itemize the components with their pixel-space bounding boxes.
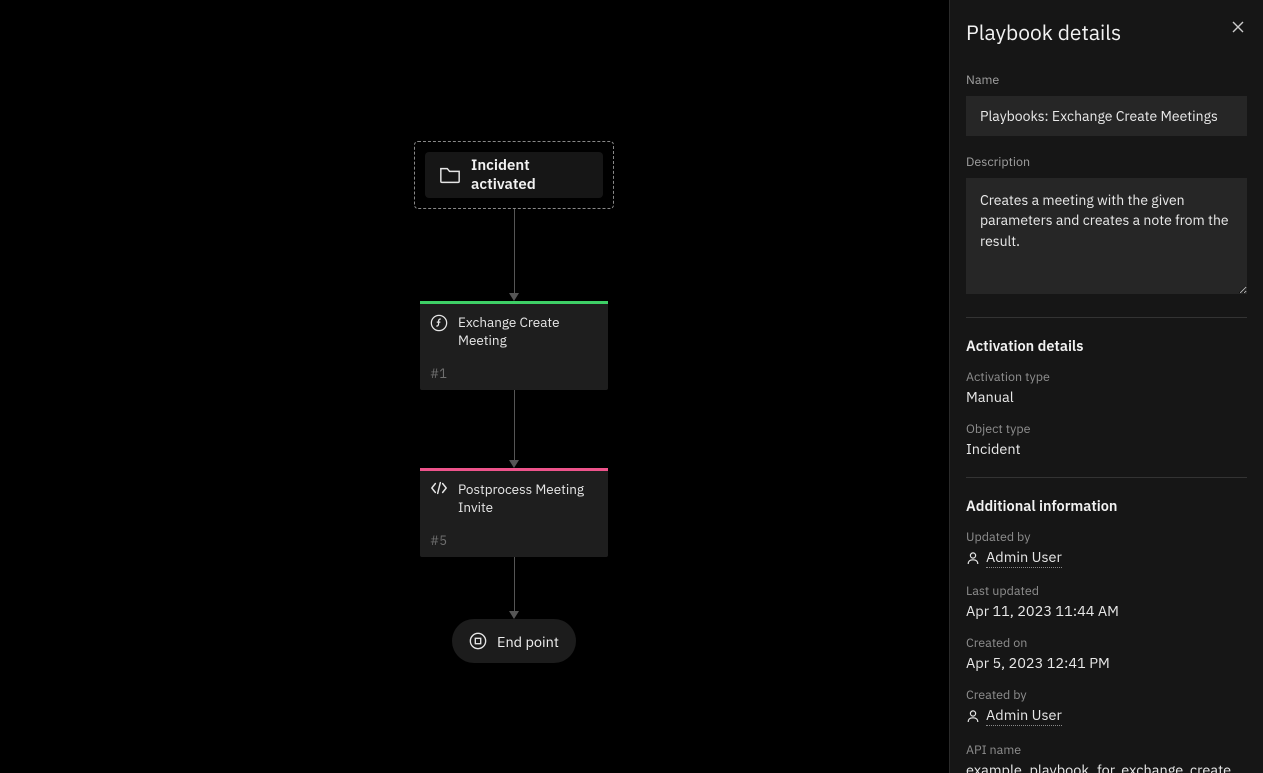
api-name-label: API name — [966, 742, 1247, 758]
start-node[interactable]: Incident activated — [414, 141, 614, 209]
flow-arrow — [414, 209, 614, 301]
last-updated-label: Last updated — [966, 583, 1247, 599]
last-updated-value: Apr 11, 2023 11:44 AM — [966, 602, 1247, 621]
close-button[interactable] — [1229, 18, 1247, 39]
updated-by-user-link[interactable]: Admin User — [986, 548, 1062, 568]
created-on-label: Created on — [966, 635, 1247, 651]
stop-icon — [469, 632, 487, 650]
playbook-canvas[interactable]: Incident activated Exchange Create Meeti… — [0, 0, 949, 773]
updated-by-label: Updated by — [966, 529, 1247, 545]
divider — [966, 477, 1247, 478]
node-index: #1 — [430, 365, 598, 382]
code-icon — [430, 481, 448, 495]
created-by-label: Created by — [966, 687, 1247, 703]
activation-type-label: Activation type — [966, 369, 1247, 385]
object-type-value: Incident — [966, 440, 1247, 459]
user-icon — [966, 709, 980, 723]
function-icon — [430, 314, 448, 332]
end-node[interactable]: End point — [452, 619, 576, 663]
api-name-value: example_playbook_for_exchange_create_mee… — [966, 761, 1247, 773]
description-textarea[interactable] — [966, 178, 1247, 294]
created-by-user-link[interactable]: Admin User — [986, 706, 1062, 726]
name-label: Name — [966, 72, 1247, 88]
function-node-exchange-create-meeting[interactable]: Exchange Create Meeting #1 — [420, 301, 608, 390]
name-input[interactable] — [966, 96, 1247, 136]
close-icon — [1231, 20, 1245, 34]
end-node-label: End point — [497, 632, 559, 651]
node-index: #5 — [430, 532, 598, 549]
activation-section-title: Activation details — [966, 336, 1247, 355]
description-label: Description — [966, 154, 1247, 170]
node-title: Postprocess Meeting Invite — [458, 481, 598, 516]
panel-title: Playbook details — [966, 18, 1121, 46]
created-on-value: Apr 5, 2023 12:41 PM — [966, 654, 1247, 673]
divider — [966, 317, 1247, 318]
node-title: Exchange Create Meeting — [458, 314, 598, 349]
folder-icon — [439, 165, 461, 185]
flow-arrow — [414, 390, 614, 468]
flow-arrow — [414, 557, 614, 619]
start-node-label: Incident activated — [471, 156, 589, 194]
user-icon — [966, 551, 980, 565]
details-panel: Playbook details Name Description Activa… — [949, 0, 1263, 773]
additional-section-title: Additional information — [966, 496, 1247, 515]
script-node-postprocess-meeting-invite[interactable]: Postprocess Meeting Invite #5 — [420, 468, 608, 557]
activation-type-value: Manual — [966, 388, 1247, 407]
object-type-label: Object type — [966, 421, 1247, 437]
